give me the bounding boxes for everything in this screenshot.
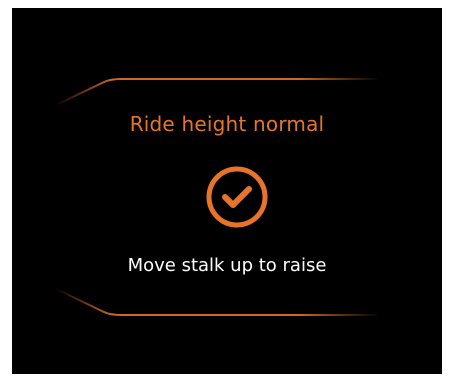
bottom-frame-line bbox=[53, 287, 380, 316]
checkmark-circle-icon bbox=[206, 166, 268, 228]
top-frame-line bbox=[53, 78, 380, 107]
ride-height-popup: Ride height normal Move stalk up to rais… bbox=[12, 8, 442, 374]
popup-title: Ride height normal bbox=[129, 112, 325, 136]
popup-message: Move stalk up to raise bbox=[127, 255, 327, 276]
